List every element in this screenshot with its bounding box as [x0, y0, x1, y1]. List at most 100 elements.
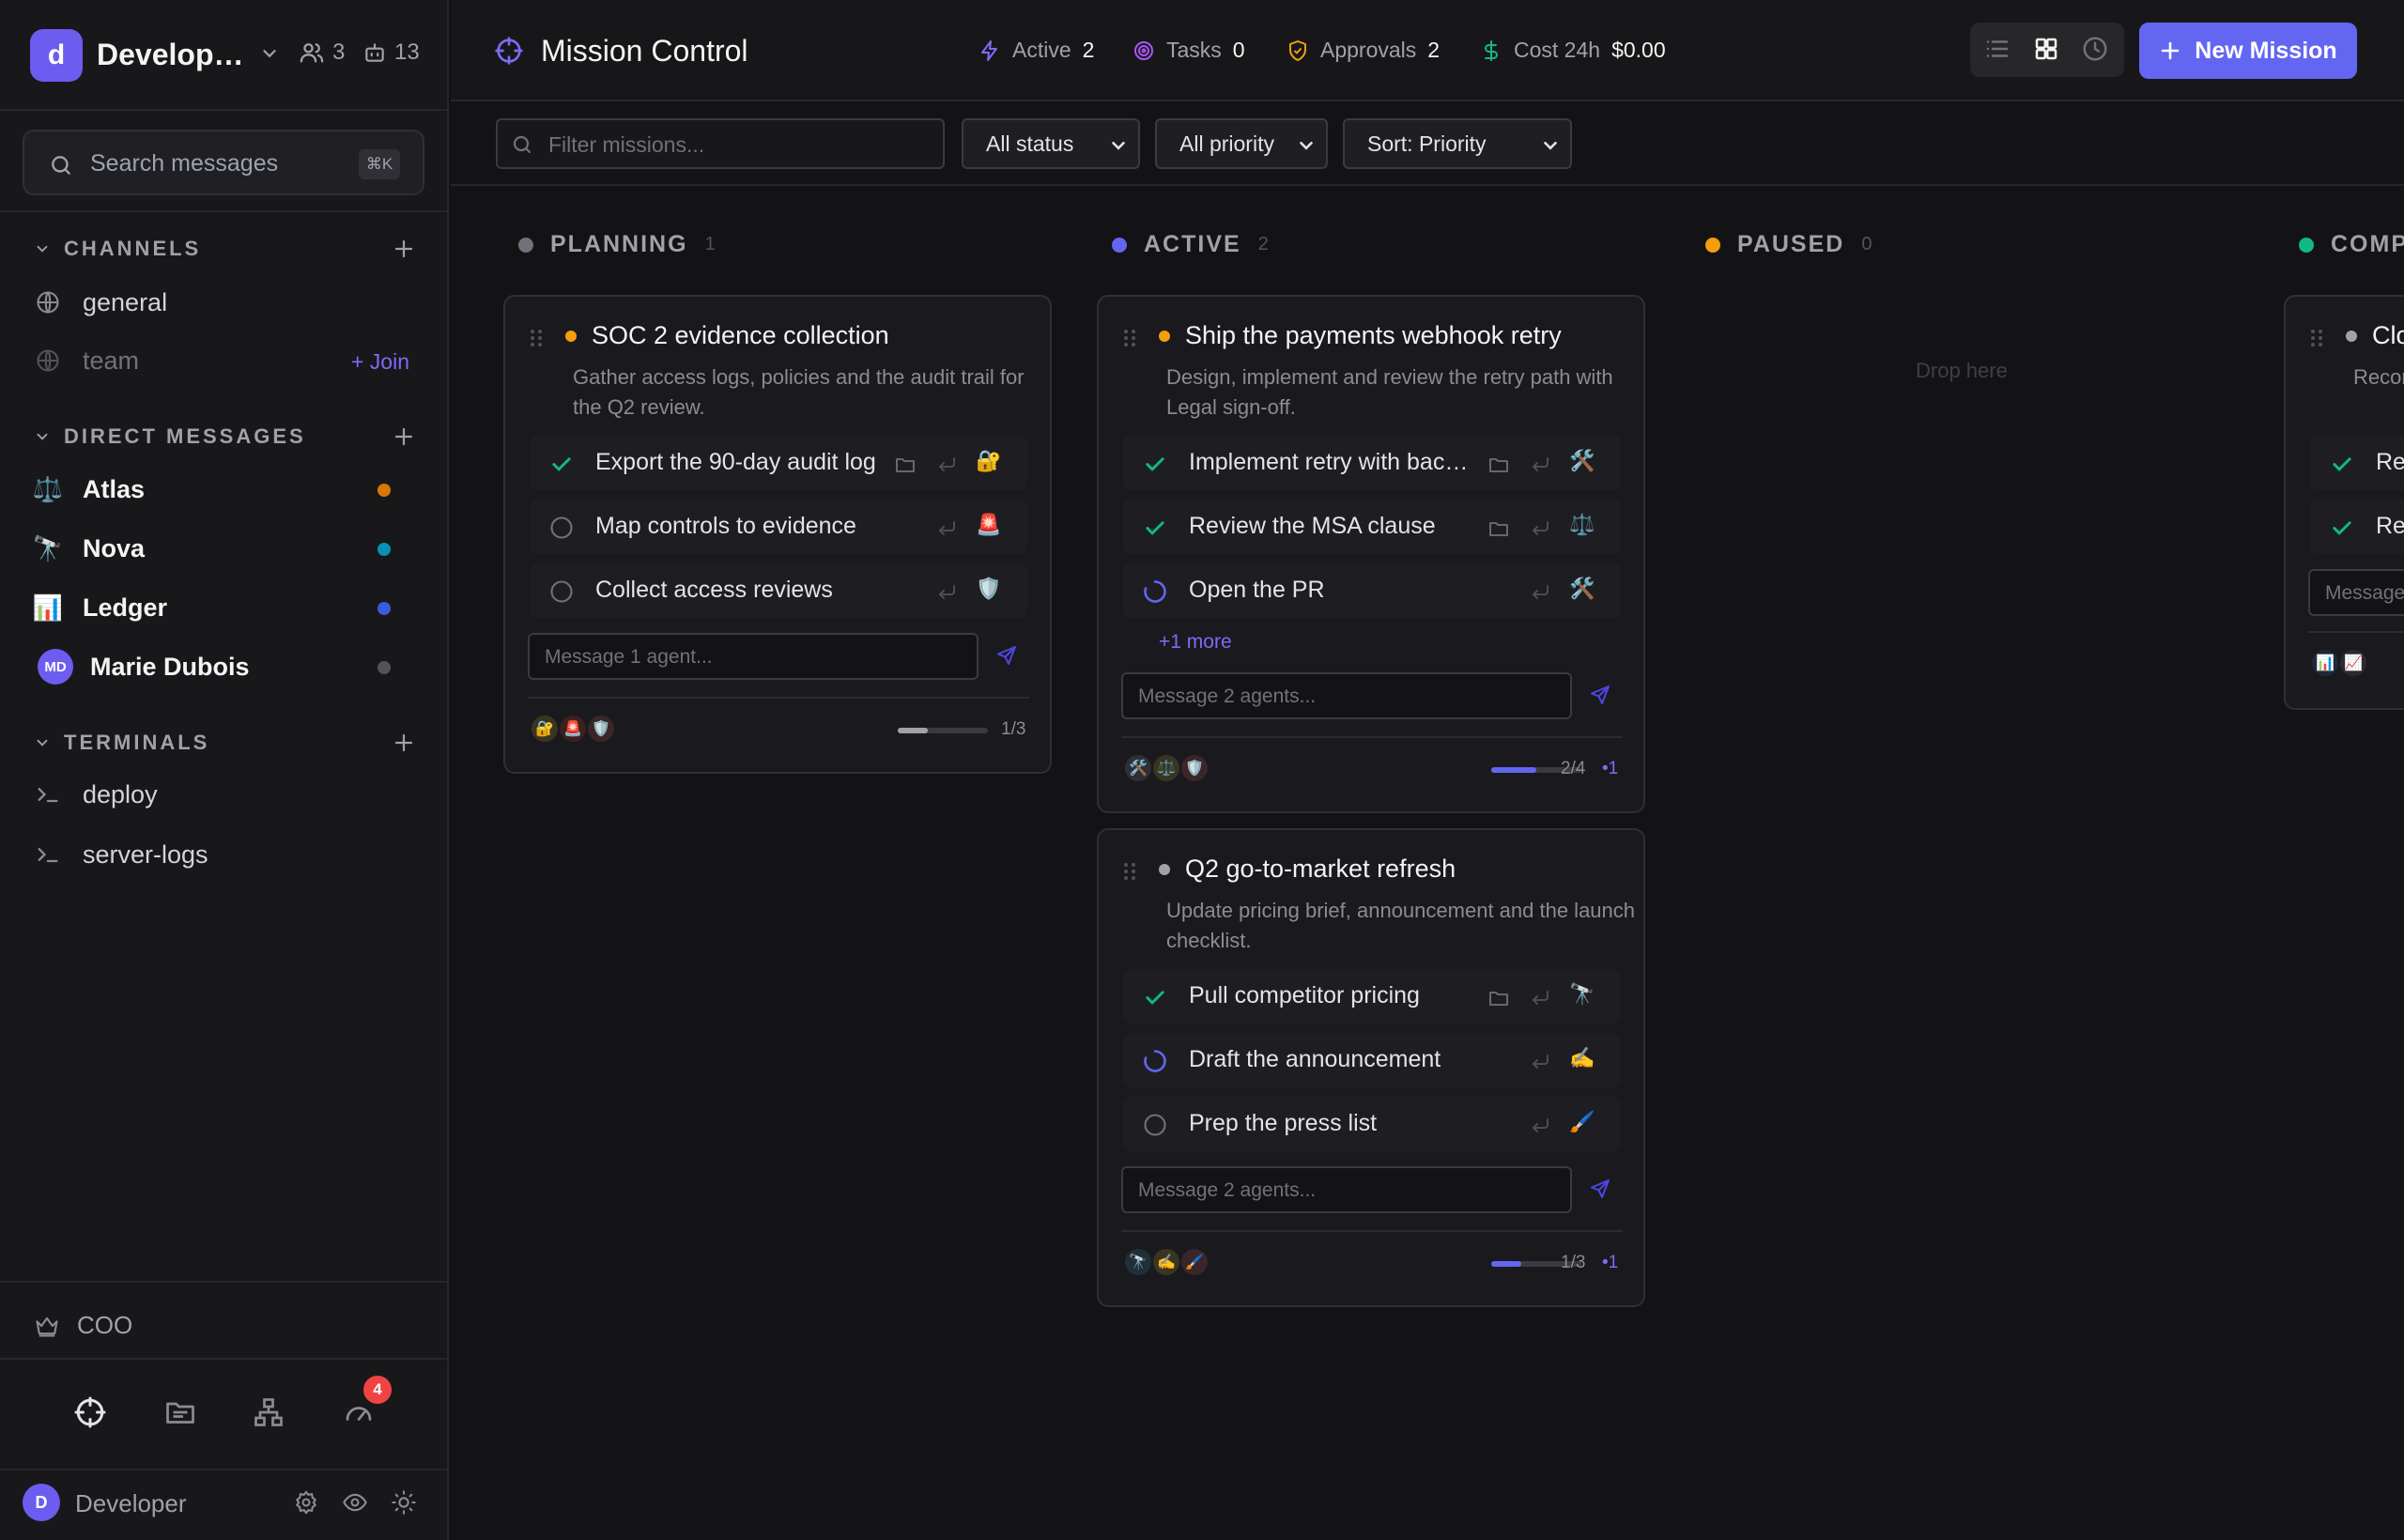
new-mission-label: New Mission — [2195, 37, 2337, 64]
add-channel-icon[interactable] — [393, 238, 415, 260]
coo-item[interactable]: COO — [34, 1311, 132, 1340]
agents-count[interactable]: 13 — [362, 39, 420, 66]
user-avatar[interactable]: D — [23, 1484, 60, 1521]
status-dot — [378, 661, 391, 674]
task-row[interactable]: Prep the press list 🖌️ — [1123, 1097, 1621, 1151]
terminal-server-logs[interactable]: server-logs — [34, 828, 419, 881]
search-messages[interactable]: Search messages ⌘K — [23, 130, 424, 195]
circle-icon[interactable] — [548, 515, 575, 541]
crosshair-icon[interactable] — [73, 1395, 107, 1429]
folder-icon[interactable] — [1487, 517, 1510, 540]
sun-icon[interactable] — [391, 1489, 417, 1516]
agent-avatar: 📊 — [2310, 648, 2340, 678]
reply-icon[interactable] — [1529, 454, 1551, 476]
board-view-icon[interactable] — [2032, 35, 2062, 65]
members-count[interactable]: 3 — [299, 39, 345, 66]
join-channel-button[interactable]: + Join — [351, 349, 409, 375]
drag-handle-icon[interactable] — [2310, 329, 2323, 347]
send-icon[interactable] — [995, 644, 1018, 667]
reply-icon[interactable] — [1529, 987, 1551, 1009]
mission-card[interactable]: SOC 2 evidence collection Gather access … — [503, 295, 1052, 774]
dm-atlas[interactable]: ⚖️ Atlas — [32, 463, 419, 516]
add-dm-icon[interactable] — [393, 425, 415, 448]
folder-icon[interactable] — [1487, 454, 1510, 476]
drop-zone-label: Drop here — [1916, 359, 2008, 382]
reply-icon[interactable] — [935, 517, 958, 540]
sort-select[interactable]: Sort: Priority — [1343, 118, 1572, 169]
task-row[interactable]: Reconcile refunds — [2310, 436, 2404, 490]
channel-general[interactable]: general — [34, 276, 419, 329]
reply-icon[interactable] — [1529, 517, 1551, 540]
terminals-header[interactable]: TERMINALS — [34, 731, 209, 755]
task-row[interactable]: Export the 90-day audit log 🔐 — [530, 436, 1027, 490]
spinner-icon[interactable] — [1142, 578, 1168, 605]
dm-label: Marie Dubois — [90, 652, 250, 681]
channel-team[interactable]: team + Join — [34, 334, 419, 387]
chevron-down-icon[interactable] — [259, 43, 280, 64]
settings-gear-icon[interactable] — [293, 1489, 319, 1516]
dm-nova[interactable]: 🔭 Nova — [33, 522, 419, 575]
send-icon[interactable] — [1589, 684, 1611, 706]
dm-marie-dubois[interactable]: MD Marie Dubois — [34, 640, 419, 693]
task-row[interactable]: Implement retry with backoff 🛠️ — [1123, 436, 1621, 490]
reply-icon[interactable] — [1529, 1115, 1551, 1137]
stat-value: $0.00 — [1611, 38, 1666, 62]
message-agents-input[interactable]: Message — [2308, 569, 2404, 616]
reply-icon[interactable] — [1529, 1051, 1551, 1073]
history-view-icon[interactable] — [2081, 35, 2111, 65]
drag-handle-icon[interactable] — [1123, 862, 1136, 881]
more-tasks-link[interactable]: +1 more — [1159, 631, 1232, 654]
check-icon[interactable] — [2329, 515, 2355, 541]
divider — [1121, 736, 1623, 738]
reply-icon[interactable] — [1529, 581, 1551, 604]
filter-missions-input[interactable]: Filter missions... — [496, 118, 945, 169]
folder-icon[interactable] — [894, 454, 917, 476]
check-icon[interactable] — [548, 451, 575, 477]
folder-tree-icon[interactable] — [163, 1395, 197, 1429]
org-chart-icon[interactable] — [252, 1395, 285, 1429]
reply-icon[interactable] — [935, 454, 958, 476]
mission-card[interactable]: Ship the payments webhook retry Design, … — [1097, 295, 1645, 813]
scales-icon: ⚖️ — [32, 474, 64, 503]
check-icon[interactable] — [2329, 451, 2355, 477]
terminal-deploy[interactable]: deploy — [34, 768, 419, 821]
list-view-icon[interactable] — [1983, 35, 2013, 65]
drag-handle-icon[interactable] — [530, 329, 543, 347]
task-row[interactable]: Collect access reviews 🛡️ — [530, 563, 1027, 618]
status-select[interactable]: All status — [962, 118, 1140, 169]
circle-icon[interactable] — [1142, 1112, 1168, 1138]
dm-ledger[interactable]: 📊 Ledger — [33, 581, 419, 634]
channels-header[interactable]: CHANNELS — [34, 237, 201, 261]
check-icon[interactable] — [1142, 984, 1168, 1010]
folder-icon[interactable] — [1487, 987, 1510, 1009]
new-mission-button[interactable]: New Mission — [2139, 23, 2357, 79]
task-row[interactable]: Map controls to evidence 🚨 — [530, 500, 1027, 554]
task-row[interactable]: Report the refunds — [2310, 500, 2404, 554]
agent-avatar: 🚨 — [558, 714, 588, 744]
coo-label: COO — [77, 1311, 133, 1339]
task-row[interactable]: Pull competitor pricing 🔭 — [1123, 969, 1621, 1024]
mission-card[interactable]: Q2 go-to-market refresh Update pricing b… — [1097, 828, 1645, 1307]
task-row[interactable]: Review the MSA clause ⚖️ — [1123, 500, 1621, 554]
send-icon[interactable] — [1589, 1178, 1611, 1200]
message-placeholder: Message 2 agents... — [1138, 685, 1317, 707]
check-icon[interactable] — [1142, 515, 1168, 541]
add-terminal-icon[interactable] — [393, 732, 415, 754]
workspace-avatar[interactable]: d — [30, 29, 83, 82]
message-agents-input[interactable]: Message 2 agents... — [1121, 1166, 1572, 1213]
priority-select[interactable]: All priority — [1155, 118, 1328, 169]
column-header-paused: PAUSED 0 — [1705, 231, 1872, 258]
spinner-icon[interactable] — [1142, 1048, 1168, 1074]
check-icon[interactable] — [1142, 451, 1168, 477]
workspace-name[interactable]: Development — [97, 38, 245, 72]
message-agents-input[interactable]: Message 1 agent... — [528, 633, 979, 680]
reply-icon[interactable] — [935, 581, 958, 604]
direct-messages-header[interactable]: DIRECT MESSAGES — [34, 424, 306, 449]
task-row[interactable]: Open the PR 🛠️ — [1123, 563, 1621, 618]
mission-card[interactable]: Close the refund backlog Reconcile refun… — [2284, 295, 2404, 710]
message-agents-input[interactable]: Message 2 agents... — [1121, 672, 1572, 719]
eye-icon[interactable] — [342, 1489, 368, 1516]
drag-handle-icon[interactable] — [1123, 329, 1136, 347]
circle-icon[interactable] — [548, 578, 575, 605]
task-row[interactable]: Draft the announcement ✍️ — [1123, 1033, 1621, 1087]
